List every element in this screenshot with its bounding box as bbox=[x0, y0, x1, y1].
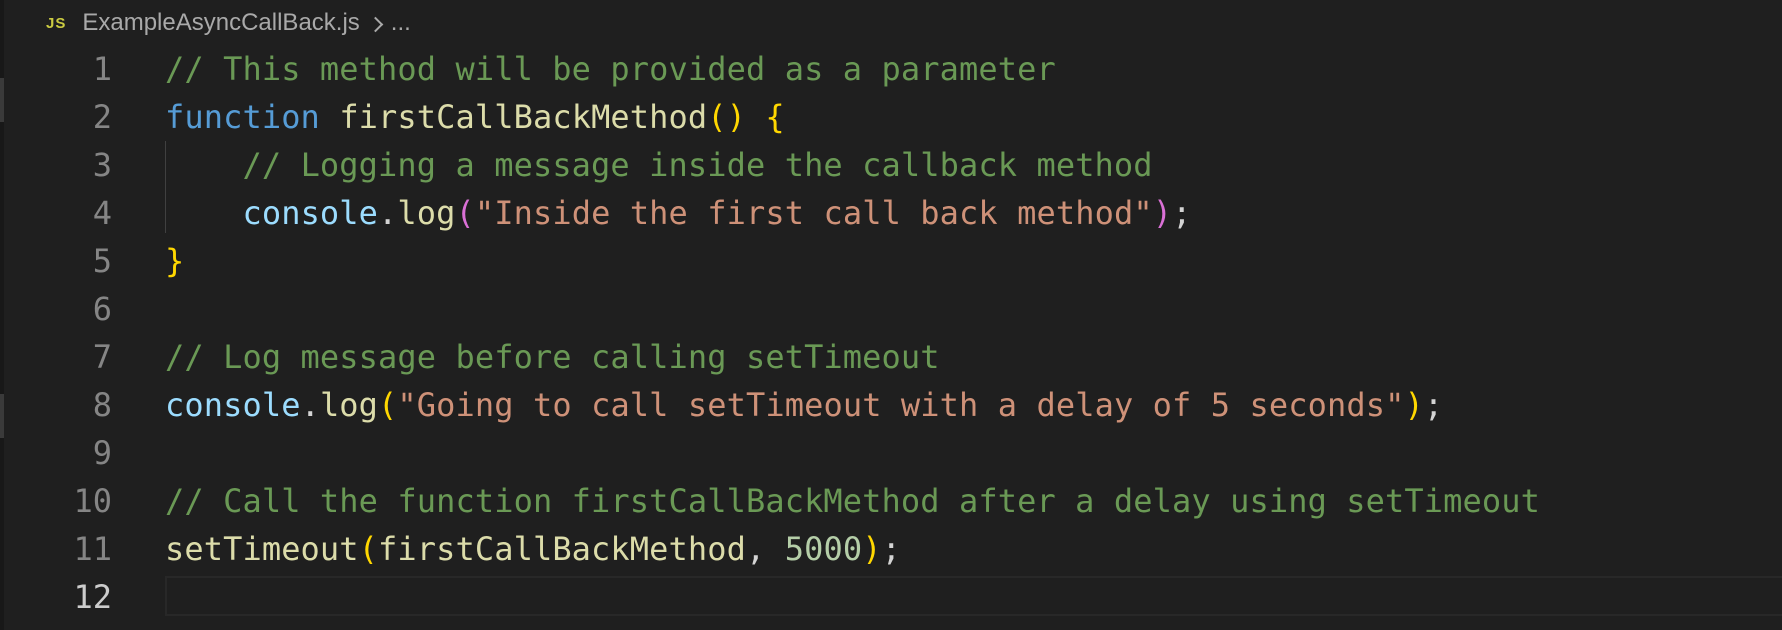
line-number: 8 bbox=[92, 386, 112, 424]
code-token: 5000 bbox=[784, 530, 863, 568]
code-line[interactable]: 5} bbox=[0, 237, 1782, 285]
line-number: 4 bbox=[92, 194, 112, 232]
line-number: 12 bbox=[73, 578, 112, 616]
code-token: ) bbox=[1152, 194, 1173, 232]
breadcrumb-file-name[interactable]: ExampleAsyncCallBack.js bbox=[82, 9, 359, 37]
line-source: // Call the function firstCallBackMethod… bbox=[165, 477, 1540, 525]
line-source: console.log("Going to call setTimeout wi… bbox=[165, 381, 1443, 429]
breadcrumb-more[interactable]: ... bbox=[391, 9, 411, 37]
line-number: 2 bbox=[92, 98, 112, 136]
line-number: 10 bbox=[73, 482, 112, 520]
line-number: 5 bbox=[92, 242, 112, 280]
code-token: setTimeout bbox=[165, 530, 359, 568]
breadcrumb: JS ExampleAsyncCallBack.js ... bbox=[46, 6, 411, 40]
code-line[interactable]: 1 // This method will be provided as a pa… bbox=[0, 45, 1782, 93]
code-token: console bbox=[165, 386, 301, 424]
line-source: console.log("Inside the first call back … bbox=[165, 189, 1191, 237]
current-line-highlight bbox=[165, 576, 1782, 616]
code-token: firstCallBackMethod bbox=[378, 530, 746, 568]
code-token: . bbox=[378, 194, 398, 232]
code-line[interactable]: 8 console.log("Going to call setTimeout w… bbox=[0, 381, 1782, 429]
line-source: function firstCallBackMethod() { bbox=[165, 93, 785, 141]
code-token: // Log message before calling setTimeout bbox=[165, 338, 940, 376]
code-token: ) bbox=[1404, 386, 1424, 424]
line-number: 1 bbox=[92, 50, 112, 88]
code-token: log bbox=[397, 194, 456, 232]
code-token: ; bbox=[881, 530, 901, 568]
code-token: . bbox=[300, 386, 320, 424]
code-token: firstCallBackMethod bbox=[339, 98, 708, 136]
line-number: 9 bbox=[92, 434, 112, 472]
code-token: ( bbox=[378, 386, 398, 424]
code-token: ; bbox=[1172, 194, 1192, 232]
code-token: } bbox=[165, 242, 185, 280]
code-line[interactable]: 11 setTimeout(firstCallBackMethod, 5000); bbox=[0, 525, 1782, 573]
code-token: function bbox=[165, 98, 320, 136]
line-number: 7 bbox=[92, 338, 112, 376]
code-token: // Call the function firstCallBackMethod… bbox=[165, 482, 1540, 520]
code-line[interactable]: 3 // Logging a message inside the callba… bbox=[0, 141, 1782, 189]
code-token: log bbox=[319, 386, 379, 424]
code-area[interactable]: 1 // This method will be provided as a pa… bbox=[0, 45, 1782, 621]
js-file-icon: JS bbox=[46, 14, 67, 32]
code-line[interactable]: 9 bbox=[0, 429, 1782, 477]
line-source: // This method will be provided as a par… bbox=[165, 45, 1056, 93]
code-token: ; bbox=[1423, 386, 1444, 424]
line-number: 3 bbox=[92, 146, 112, 184]
code-token: ( bbox=[358, 530, 379, 568]
code-token: console bbox=[242, 194, 379, 232]
code-token: () bbox=[707, 98, 746, 136]
code-line[interactable]: 4 console.log("Inside the first call bac… bbox=[0, 189, 1782, 237]
code-token: , bbox=[745, 530, 785, 568]
line-source: } bbox=[165, 237, 184, 285]
code-line[interactable]: 10 // Call the function firstCallBackMeth… bbox=[0, 477, 1782, 525]
chevron-right-icon bbox=[367, 16, 384, 32]
code-editor[interactable]: JS ExampleAsyncCallBack.js ... 1 // This … bbox=[0, 0, 1782, 630]
code-line[interactable]: 7 // Log message before calling setTimeou… bbox=[0, 333, 1782, 381]
line-number: 11 bbox=[73, 530, 112, 568]
line-number: 6 bbox=[92, 290, 112, 328]
line-source: setTimeout(firstCallBackMethod, 5000); bbox=[165, 525, 901, 573]
code-line[interactable]: 12 bbox=[0, 573, 1782, 621]
code-token: ) bbox=[862, 530, 882, 568]
line-source: // Log message before calling setTimeout bbox=[165, 333, 940, 381]
code-token: // Logging a message inside the callback… bbox=[242, 146, 1153, 184]
code-token: "Going to call setTimeout with a delay o… bbox=[397, 386, 1405, 424]
code-token: "Inside the first call back method" bbox=[474, 194, 1153, 232]
line-source: // Logging a message inside the callback… bbox=[165, 141, 1153, 189]
code-token: // This method will be provided as a par… bbox=[165, 50, 1056, 88]
code-line[interactable]: 2 function firstCallBackMethod() { bbox=[0, 93, 1782, 141]
code-line[interactable]: 6 bbox=[0, 285, 1782, 333]
code-token: { bbox=[765, 98, 785, 136]
code-token: ( bbox=[455, 194, 475, 232]
